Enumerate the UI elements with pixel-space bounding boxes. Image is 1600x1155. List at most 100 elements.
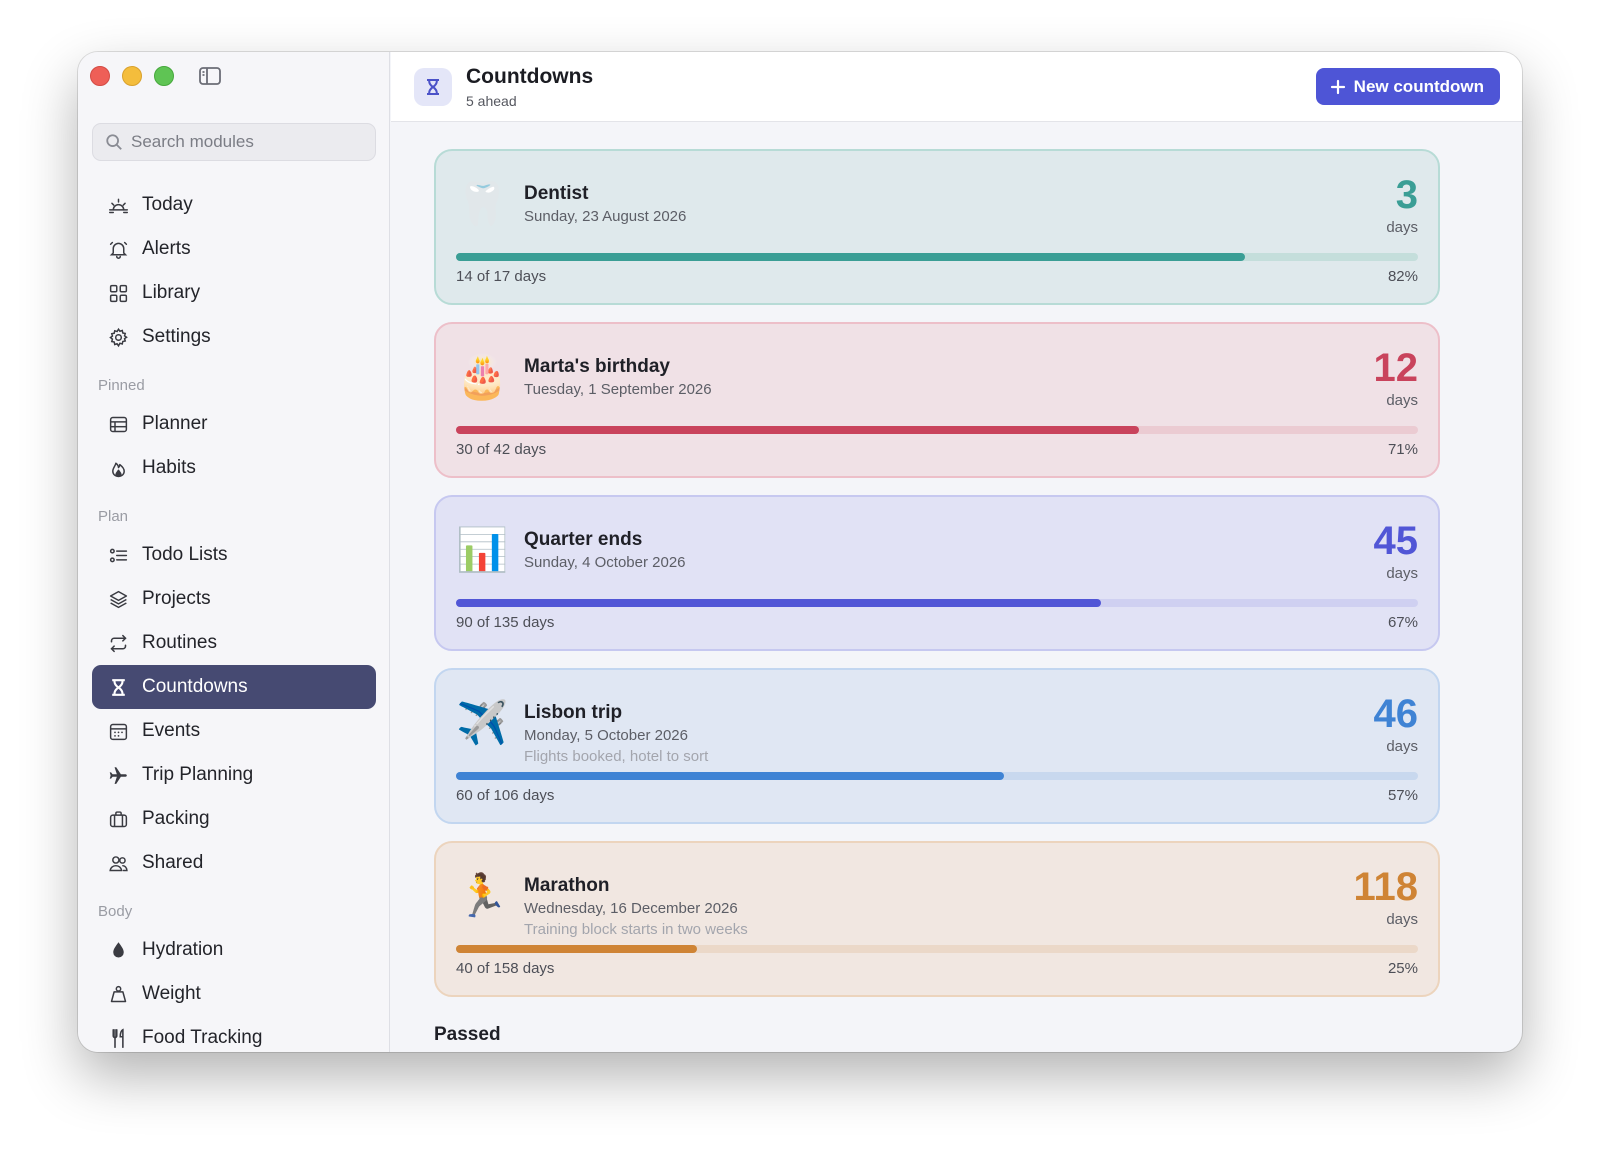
countdown-date: Monday, 5 October 2026 — [524, 727, 688, 744]
sidebar-item-shared[interactable]: Shared — [92, 841, 376, 885]
sidebar-item-planner[interactable]: Planner — [92, 402, 376, 446]
countdown-emoji: 🦷 — [456, 180, 509, 227]
days-unit-label: days — [1386, 738, 1418, 755]
days-unit-label: days — [1386, 911, 1418, 928]
sidebar-item-habits[interactable]: Habits — [92, 446, 376, 490]
layers-icon — [106, 587, 130, 611]
countdown-date: Sunday, 4 October 2026 — [524, 554, 686, 571]
progress-text: 90 of 135 days — [456, 614, 555, 631]
sidebar-toggle-icon[interactable] — [198, 65, 222, 87]
sidebar-item-label: Routines — [142, 632, 217, 653]
page-title: Countdowns — [466, 65, 594, 88]
days-remaining: 3 — [1395, 173, 1418, 217]
top-bar: Countdowns 5 ahead New countdown — [391, 52, 1522, 122]
sidebar-item-label: Shared — [142, 852, 204, 873]
progress-percent: 71% — [1387, 441, 1418, 458]
people-icon — [106, 851, 130, 875]
sidebar-item-events[interactable]: Events — [92, 709, 376, 753]
progress-text: 40 of 158 days — [456, 960, 555, 977]
weight-icon — [106, 982, 130, 1006]
sidebar-item-label: Countdowns — [142, 676, 248, 697]
close-window-button[interactable] — [90, 66, 110, 86]
sidebar-item-packing[interactable]: Packing — [92, 797, 376, 841]
progress-bar — [456, 772, 1418, 780]
progress-fill — [456, 599, 1101, 607]
progress-text: 60 of 106 days — [456, 787, 555, 804]
sidebar-item-alerts[interactable]: Alerts — [92, 227, 376, 271]
calendar-icon — [106, 719, 130, 743]
sidebar-item-routines[interactable]: Routines — [92, 621, 376, 665]
sidebar-item-trip-planning[interactable]: Trip Planning — [92, 753, 376, 797]
countdown-card[interactable]: 🏃 Marathon Wednesday, 16 December 2026 Trai… — [434, 841, 1440, 997]
countdown-date: Tuesday, 1 September 2026 — [524, 381, 712, 398]
page-subtitle: 5 ahead — [466, 93, 517, 109]
sidebar-item-label: Packing — [142, 808, 210, 829]
hourglass-icon — [414, 68, 452, 106]
drop-icon — [106, 938, 130, 962]
app-window: Today Alerts Library Settings Pinned Planner H… — [78, 52, 1522, 1052]
sidebar-item-label: Planner — [142, 413, 208, 434]
countdown-name: Marta's birthday — [524, 356, 670, 377]
hourglass-icon — [106, 675, 130, 699]
sidebar-item-projects[interactable]: Projects — [92, 577, 376, 621]
sidebar-item-today[interactable]: Today — [92, 183, 376, 227]
search-field[interactable] — [92, 123, 376, 161]
sidebar-item-label: Food Tracking — [142, 1027, 263, 1048]
progress-bar — [456, 426, 1418, 434]
minimize-window-button[interactable] — [122, 66, 142, 86]
sidebar-item-label: Weight — [142, 983, 201, 1004]
progress-fill — [456, 945, 697, 953]
countdown-card[interactable]: 🦷 Dentist Sunday, 23 August 2026 3 days 14 of… — [434, 149, 1440, 305]
sidebar-item-countdowns[interactable]: Countdowns — [92, 665, 376, 709]
flame-icon — [106, 456, 130, 480]
sidebar-item-label: Events — [142, 720, 201, 741]
sidebar-nav: Today Alerts Library Settings Pinned Planner H… — [92, 183, 376, 1052]
days-remaining: 45 — [1373, 519, 1419, 563]
sidebar: Today Alerts Library Settings Pinned Planner H… — [78, 52, 390, 1052]
countdown-name: Lisbon trip — [524, 702, 623, 723]
days-unit-label: days — [1386, 219, 1418, 236]
sidebar-item-todo-lists[interactable]: Todo Lists — [92, 533, 376, 577]
days-remaining: 46 — [1373, 692, 1419, 736]
countdown-emoji: 🏃 — [456, 872, 509, 919]
countdown-card[interactable]: 🎂 Marta's birthday Tuesday, 1 September 20… — [434, 322, 1440, 478]
progress-bar — [456, 945, 1418, 953]
utensils-icon — [106, 1026, 130, 1050]
sidebar-item-label: Today — [142, 194, 193, 215]
new-countdown-button[interactable]: New countdown — [1315, 68, 1500, 105]
progress-fill — [456, 253, 1245, 261]
gear-icon — [106, 325, 130, 349]
sidebar-item-hydration[interactable]: Hydration — [92, 928, 376, 972]
progress-text: 14 of 17 days — [456, 268, 547, 285]
sidebar-item-label: Hydration — [142, 939, 224, 960]
days-remaining: 118 — [1353, 865, 1418, 909]
days-remaining: 12 — [1373, 346, 1419, 390]
countdown-card[interactable]: ✈️ Lisbon trip Monday, 5 October 2026 Fligh… — [434, 668, 1440, 824]
sidebar-item-food-tracking[interactable]: Food Tracking — [92, 1016, 376, 1052]
progress-text: 30 of 42 days — [456, 441, 547, 458]
planner-icon — [106, 412, 130, 436]
countdown-date: Wednesday, 16 December 2026 — [524, 900, 738, 917]
countdown-card[interactable]: 📊 Quarter ends Sunday, 4 October 2026 45 day… — [434, 495, 1440, 651]
sidebar-section-pinned: Pinned — [98, 377, 145, 394]
repeat-icon — [106, 631, 130, 655]
search-icon — [106, 134, 122, 150]
zoom-window-button[interactable] — [154, 66, 174, 86]
sidebar-item-settings[interactable]: Settings — [92, 315, 376, 359]
grid-icon — [106, 281, 130, 305]
sidebar-item-label: Alerts — [142, 238, 191, 259]
sidebar-item-label: Habits — [142, 457, 196, 478]
countdown-emoji: ✈️ — [456, 699, 509, 746]
sunrise-icon — [106, 193, 130, 217]
passed-section-heading: Passed — [434, 1024, 501, 1045]
progress-bar — [456, 599, 1418, 607]
sidebar-item-weight[interactable]: Weight — [92, 972, 376, 1016]
countdown-note: Training block starts in two weeks — [524, 921, 748, 938]
airplane-icon — [106, 763, 130, 787]
sidebar-item-library[interactable]: Library — [92, 271, 376, 315]
sidebar-item-label: Trip Planning — [142, 764, 254, 785]
search-input[interactable] — [131, 132, 361, 152]
sidebar-item-label: Library — [142, 282, 201, 303]
plus-icon — [1330, 79, 1345, 94]
days-unit-label: days — [1386, 565, 1418, 582]
